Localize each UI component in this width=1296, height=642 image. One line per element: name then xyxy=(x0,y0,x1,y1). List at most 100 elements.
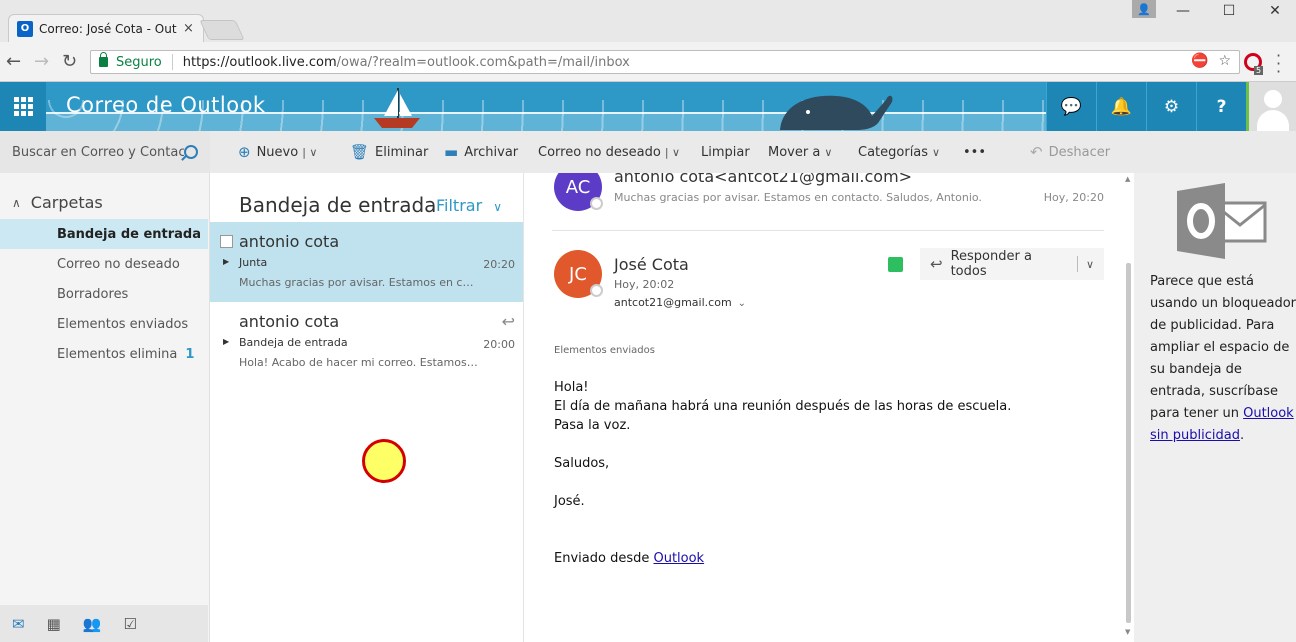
list-item[interactable]: antonio cota ▶ Junta 20:20 Muchas gracia… xyxy=(210,222,523,302)
window-close-button[interactable]: ✕ xyxy=(1252,0,1296,22)
sender-name[interactable]: José Cota xyxy=(614,255,689,274)
expand-arrow-icon[interactable]: ▶ xyxy=(223,337,229,346)
junk-button[interactable]: Correo no deseado | ∨ xyxy=(538,131,680,173)
filter-button[interactable]: Filtrar ∨ xyxy=(436,196,502,215)
message-sender: antonio cota xyxy=(239,312,340,331)
collapsed-message-preview[interactable]: Muchas gracias por avisar. Estamos en co… xyxy=(614,191,982,204)
message-divider xyxy=(552,230,1104,231)
move-to-button[interactable]: Mover a ∨ xyxy=(768,131,832,173)
message-subject: Junta xyxy=(239,256,268,269)
avatar-initials: JC xyxy=(569,263,587,285)
select-checkbox[interactable] xyxy=(220,235,233,248)
scroll-down-icon[interactable]: ▼ xyxy=(1125,628,1130,636)
forward-button[interactable]: → xyxy=(34,52,49,72)
chevron-down-icon[interactable]: ⌄ xyxy=(738,298,746,309)
folders-header[interactable]: ∧ Carpetas xyxy=(12,193,103,212)
folder-deleted[interactable]: Elementos elimina 1 xyxy=(0,339,208,369)
new-label: Nuevo xyxy=(256,144,299,160)
recipient-email[interactable]: antcot21@gmail.com ⌄ xyxy=(614,296,746,309)
sweep-button[interactable]: Limpiar xyxy=(701,131,750,173)
evernote-addin-icon[interactable] xyxy=(888,257,903,272)
tab-close-icon[interactable]: × xyxy=(183,21,194,36)
message-time: 20:20 xyxy=(483,258,515,271)
chevron-down-icon[interactable]: | ∨ xyxy=(302,146,317,159)
recipient-email-text: antcot21@gmail.com xyxy=(614,296,732,309)
list-item[interactable]: antonio cota ↩ ▶ Bandeja de entrada 20:0… xyxy=(210,302,523,382)
reload-button[interactable]: ↻ xyxy=(62,52,77,72)
archive-button[interactable]: ▬ Archivar xyxy=(444,131,518,173)
people-icon[interactable]: 👥 xyxy=(83,615,102,633)
help-button[interactable]: ? xyxy=(1196,82,1246,131)
folder-sent[interactable]: Elementos enviados xyxy=(0,309,208,339)
reply-all-button[interactable]: ↩ Responder a todos ∨ xyxy=(920,248,1104,280)
delete-label: Eliminar xyxy=(375,144,429,160)
mail-icon[interactable]: ✉ xyxy=(12,615,25,633)
browser-menu-icon[interactable]: · · · xyxy=(1276,48,1281,80)
blocked-content-icon[interactable]: ⛔ xyxy=(1191,53,1208,69)
chevron-down-icon[interactable]: ∨ xyxy=(1086,258,1094,271)
profile-icon[interactable]: 👤 xyxy=(1132,0,1156,18)
collapsed-message-from[interactable]: antonio cota<antcot21@gmail.com> xyxy=(614,173,912,186)
body-line: Pasa la voz. xyxy=(554,418,631,433)
scroll-thumb[interactable] xyxy=(1126,263,1131,623)
notifications-bell-icon[interactable]: 🔔 xyxy=(1096,82,1146,131)
presence-icon xyxy=(590,197,603,210)
chevron-down-icon: ∨ xyxy=(824,145,833,159)
app-launcher-button[interactable] xyxy=(0,82,46,131)
presence-icon xyxy=(590,284,603,297)
module-switcher: ✉ ▦ 👥 ☑ xyxy=(0,605,208,642)
maximize-button[interactable]: ☐ xyxy=(1206,0,1252,22)
reading-scrollbar[interactable]: ▲ ▼ xyxy=(1124,173,1134,642)
url-host: https://outlook.live.com xyxy=(182,54,337,70)
address-bar[interactable]: Seguro https://outlook.live.com/owa/?rea… xyxy=(90,50,1240,74)
message-subject: Bandeja de entrada xyxy=(239,336,348,349)
outlook-logo-icon xyxy=(1177,183,1267,259)
browser-tab[interactable]: O Correo: José Cota - Outlo × xyxy=(8,14,204,42)
waffle-icon xyxy=(13,97,33,116)
skype-chat-button[interactable]: 💬 xyxy=(1046,82,1096,131)
chevron-down-icon[interactable]: | ∨ xyxy=(665,146,680,159)
outlook-link[interactable]: Outlook xyxy=(653,551,704,566)
message-list: Bandeja de entrada Filtrar ∨ antonio cot… xyxy=(210,173,524,642)
folder-drafts[interactable]: Borradores xyxy=(0,279,208,309)
message-time: 20:00 xyxy=(483,338,515,351)
click-indicator xyxy=(362,439,406,483)
categories-button[interactable]: Categorías ∨ xyxy=(858,131,940,173)
unread-count: 1 xyxy=(185,346,195,362)
settings-gear-icon[interactable]: ⚙ xyxy=(1146,82,1196,131)
folder-label: Bandeja de entrada xyxy=(57,226,202,242)
back-button[interactable]: ← xyxy=(6,52,21,72)
replied-icon: ↩ xyxy=(501,312,515,331)
undo-button[interactable]: ↶ Deshacer xyxy=(1030,131,1110,173)
reading-pane: AC antonio cota<antcot21@gmail.com> Much… xyxy=(524,173,1134,642)
tasks-icon[interactable]: ☑ xyxy=(123,615,136,633)
folder-inbox[interactable]: Bandeja de entrada xyxy=(0,219,208,249)
new-button[interactable]: ⊕ Nuevo | ∨ xyxy=(238,131,317,173)
brand-title[interactable]: Correo de Outlook xyxy=(66,93,266,117)
list-title: Bandeja de entrada xyxy=(239,193,437,217)
folder-junk[interactable]: Correo no deseado xyxy=(0,249,208,279)
body-line: Saludos, xyxy=(554,456,610,471)
message-sender: antonio cota xyxy=(239,232,340,251)
delete-button[interactable]: 🗑 Eliminar xyxy=(350,131,428,173)
ad-message-text: Parece que está usando un bloqueador de … xyxy=(1150,274,1296,421)
search-box[interactable]: Buscar en Correo y Contac... xyxy=(0,131,210,173)
ad-blocker-message: Parece que está usando un bloqueador de … xyxy=(1150,271,1296,447)
account-avatar[interactable] xyxy=(1246,82,1296,131)
calendar-icon[interactable]: ▦ xyxy=(47,615,61,633)
search-input[interactable]: Buscar en Correo y Contac... xyxy=(12,145,184,160)
more-actions-button[interactable]: ••• xyxy=(963,131,986,173)
reply-all-label: Responder a todos xyxy=(950,249,1032,279)
message-preview: Hola! Acabo de hacer mi correo. Estamos … xyxy=(239,356,479,369)
avatar[interactable]: JC xyxy=(554,250,603,298)
bookmark-star-icon[interactable]: ☆ xyxy=(1218,53,1231,69)
search-icon[interactable] xyxy=(184,145,198,159)
minimize-button[interactable]: — xyxy=(1160,0,1206,22)
signature-text: Enviado desde xyxy=(554,551,654,566)
new-tab-button[interactable] xyxy=(199,20,245,40)
scroll-up-icon[interactable]: ▲ xyxy=(1125,175,1130,183)
avatar[interactable]: AC xyxy=(554,173,603,211)
folder-label: Borradores xyxy=(57,286,129,302)
expand-arrow-icon[interactable]: ▶ xyxy=(223,257,229,266)
url-path: /owa/?realm=outlook.com&path=/mail/inbox xyxy=(336,54,630,70)
